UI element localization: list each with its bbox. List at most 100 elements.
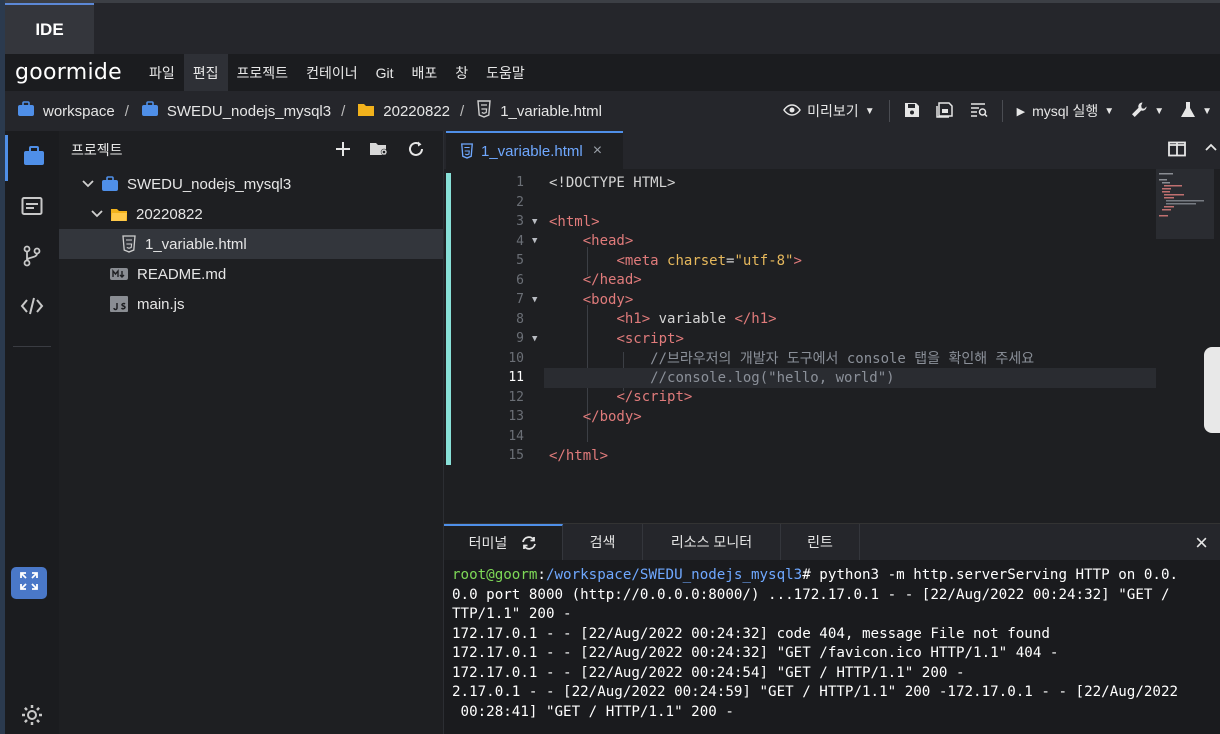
tree-item-label: 20220822 <box>136 205 203 223</box>
preview-icon <box>783 102 802 121</box>
tab-terminal[interactable]: 터미널 <box>444 524 563 560</box>
close-panel-icon[interactable]: × <box>1195 530 1208 556</box>
build-tools-button[interactable]: ▼ <box>1122 91 1172 131</box>
briefcase-icon <box>17 101 35 121</box>
fold-toggle-icon[interactable]: ▼ <box>532 236 537 246</box>
project-panel-actions <box>335 131 425 169</box>
briefcase-icon <box>141 101 159 121</box>
code-line: 14 <box>508 428 524 444</box>
menu-help[interactable]: 도움말 <box>477 54 534 91</box>
ide-tab[interactable]: IDE <box>5 3 94 54</box>
editor-tab[interactable]: 1_variable.html × <box>446 131 623 169</box>
tab-resource-monitor[interactable]: 리소스 모니터 <box>643 524 781 560</box>
terminal-prompt-user: root@goorm <box>452 567 538 583</box>
menu-project[interactable]: 프로젝트 <box>228 54 298 91</box>
menu-edit[interactable]: 편집 <box>183 54 228 91</box>
activity-settings[interactable] <box>5 694 59 734</box>
breadcrumb-file[interactable]: 1_variable.html <box>464 100 602 122</box>
code-line: 9 ▼ <script> <box>516 330 684 347</box>
html-file-icon <box>460 143 474 159</box>
expand-button[interactable] <box>11 567 47 599</box>
tree-item-html-file[interactable]: 1_variable.html <box>59 229 443 259</box>
save-all-button[interactable] <box>928 91 962 131</box>
tab-search[interactable]: 검색 <box>563 524 643 560</box>
tree-item-label: main.js <box>137 295 185 313</box>
goormide-logo: goormide <box>15 60 122 85</box>
tree-item-project[interactable]: SWEDU_nodejs_mysql3 <box>59 169 443 199</box>
activity-outline[interactable] <box>5 185 59 231</box>
window-tab-bar: IDE <box>5 0 1220 54</box>
editor-tab-label: 1_variable.html <box>481 142 583 160</box>
activity-git[interactable] <box>5 235 59 281</box>
test-tools-button[interactable]: ▼ <box>1172 91 1220 131</box>
activity-divider <box>13 346 51 347</box>
toolbar-divider <box>888 100 890 122</box>
terminal-line: 172.17.0.1 - - [22/Aug/2022 00:24:54] "G… <box>452 664 965 681</box>
code-line: 2 <box>516 194 524 210</box>
window-icon <box>21 196 43 221</box>
folder-settings-button[interactable] <box>369 141 389 160</box>
flask-icon <box>1180 101 1196 122</box>
minimap[interactable] <box>1156 169 1214 239</box>
run-label: mysql 실행 <box>1032 103 1099 119</box>
chevron-down-icon: ▼ <box>1104 105 1115 117</box>
activity-project[interactable] <box>5 135 59 181</box>
menu-file[interactable]: 파일 <box>140 54 184 91</box>
code-line: 1 <!DOCTYPE HTML> <box>516 174 676 191</box>
terminal-output[interactable]: root@goorm:/workspace/SWEDU_nodejs_mysql… <box>444 560 1220 734</box>
terminal-line: 172.17.0.1 - - [22/Aug/2022 00:24:32] co… <box>452 625 1050 642</box>
breadcrumb-file-label: 1_variable.html <box>500 102 602 120</box>
fold-toggle-icon[interactable]: ▼ <box>532 217 537 227</box>
side-panel-toggle[interactable] <box>1204 347 1220 433</box>
chevron-up-icon[interactable] <box>1204 140 1218 161</box>
wrench-icon <box>1130 101 1148 122</box>
run-button[interactable]: ▶ mysql 실행 ▼ <box>1009 91 1123 131</box>
breadcrumb-project[interactable]: SWEDU_nodejs_mysql3 <box>129 101 331 121</box>
preview-label: 미리보기 <box>807 103 859 119</box>
tree-item-readme[interactable]: README.md <box>59 259 443 289</box>
breadcrumb-folder[interactable]: 20220822 <box>345 101 450 121</box>
breadcrumb-workspace-label: workspace <box>43 102 115 120</box>
code-line: 7 ▼ <body> <box>516 291 634 308</box>
folder-open-icon <box>110 206 128 222</box>
code-line: 10 //브라우저의 개발자 도구에서 console 탭을 확인해 주세요 <box>508 350 1035 368</box>
git-branch-icon <box>22 245 42 272</box>
tree-item-label: README.md <box>137 265 227 283</box>
project-panel: 프로젝트 SWEDU_nodejs_mysql3 20220822 1_vari… <box>59 131 444 734</box>
bottom-panel-tabs: 터미널 검색 리소스 모니터 린트 × <box>444 523 1220 560</box>
html-file-icon <box>476 100 492 122</box>
fold-toggle-icon[interactable]: ▼ <box>532 295 537 305</box>
menu-window[interactable]: 창 <box>446 54 477 91</box>
fold-toggle-icon[interactable]: ▼ <box>532 334 537 344</box>
search-file-button[interactable] <box>962 91 996 131</box>
md-file-icon <box>109 266 129 282</box>
code-line: 5 <meta charset="utf-8"> <box>516 252 802 269</box>
refresh-button[interactable] <box>407 140 425 161</box>
menu-deploy[interactable]: 배포 <box>402 54 446 91</box>
activity-bar <box>5 131 59 734</box>
editor-tab-bar: 1_variable.html × <box>444 131 1220 169</box>
play-icon: ▶ <box>1016 105 1026 118</box>
split-editor-icon[interactable] <box>1168 141 1186 162</box>
chevron-down-icon: ▼ <box>1202 105 1212 117</box>
terminal-command: # python3 -m http.serverServing HTTP on … <box>802 567 1179 583</box>
code-line: 8 <h1> variable </h1> <box>516 311 777 328</box>
menu-container[interactable]: 컨테이너 <box>297 54 367 91</box>
refresh-icon[interactable] <box>521 536 537 550</box>
code-line: 15 </html> <box>508 447 609 464</box>
preview-button[interactable]: 미리보기 ▼ <box>775 91 882 131</box>
code-line: 12 </script> <box>508 389 693 406</box>
add-file-button[interactable] <box>335 141 351 160</box>
code-editor[interactable]: 1 <!DOCTYPE HTML> 2 3 ▼ <html> 4 ▼ <head> 5 … <box>444 169 1220 523</box>
chevron-down-icon: ▼ <box>1154 105 1165 117</box>
tree-item-folder[interactable]: 20220822 <box>59 199 443 229</box>
activity-code[interactable] <box>5 285 59 331</box>
menu-git[interactable]: Git <box>367 54 403 91</box>
terminal-prompt-path: /workspace/SWEDU_nodejs_mysql3 <box>545 567 803 583</box>
tree-item-main-js[interactable]: main.js <box>59 289 443 319</box>
save-button[interactable] <box>896 91 928 131</box>
close-icon[interactable]: × <box>593 142 602 160</box>
terminal-line: 2.17.0.1 - - [22/Aug/2022 00:24:59] "GET… <box>452 684 1179 700</box>
breadcrumb-workspace[interactable]: workspace <box>5 101 115 121</box>
tab-lint[interactable]: 린트 <box>781 524 860 560</box>
